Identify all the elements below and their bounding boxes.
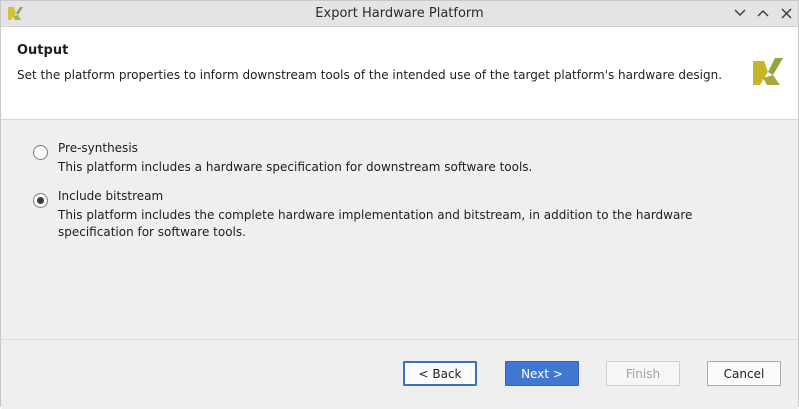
cancel-button[interactable]: Cancel	[707, 361, 781, 386]
next-button[interactable]: Next >	[505, 361, 579, 386]
title-bar: Export Hardware Platform	[1, 1, 798, 27]
pre-synthesis-label[interactable]: Pre-synthesis	[58, 141, 138, 155]
minimize-icon[interactable]	[729, 3, 751, 23]
radio-selected-dot	[37, 197, 44, 204]
output-options: Pre-synthesis This platform includes a h…	[1, 120, 798, 339]
include-bitstream-description: This platform includes the complete hard…	[58, 208, 693, 239]
page-description: Set the platform properties to inform do…	[17, 68, 723, 82]
export-hardware-platform-dialog: Export Hardware Platform Output Set the …	[0, 0, 799, 409]
pre-synthesis-radio[interactable]	[33, 145, 48, 160]
back-button[interactable]: < Back	[403, 361, 477, 386]
pre-synthesis-description: This platform includes a hardware specif…	[58, 160, 533, 174]
include-bitstream-radio[interactable]	[33, 193, 48, 208]
close-icon[interactable]	[775, 3, 797, 23]
include-bitstream-label[interactable]: Include bitstream	[58, 189, 163, 203]
xilinx-logo-icon	[750, 53, 786, 89]
wizard-header: Output Set the platform properties to in…	[1, 27, 798, 120]
page-title: Output	[17, 43, 69, 58]
window-title: Export Hardware Platform	[315, 6, 484, 21]
finish-button[interactable]: Finish	[606, 361, 680, 386]
wizard-footer: < Back Next > Finish Cancel	[1, 339, 798, 409]
maximize-icon[interactable]	[752, 3, 774, 23]
